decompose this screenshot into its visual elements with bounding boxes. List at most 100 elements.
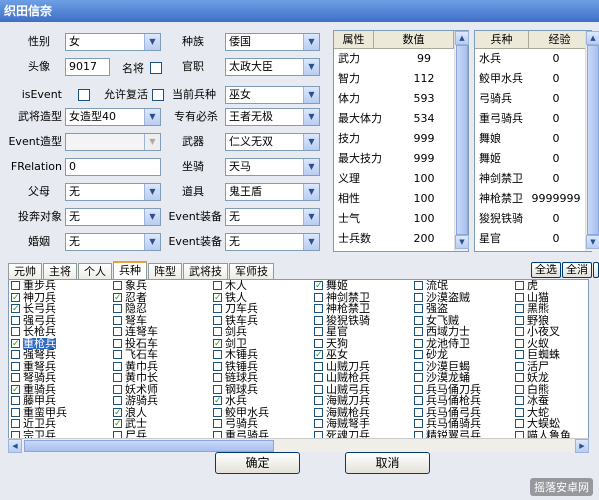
checkbox-icon[interactable] — [515, 338, 524, 348]
troop-check-item[interactable]: 飞石车 — [113, 349, 158, 361]
checkbox-icon[interactable] — [11, 373, 20, 383]
checkmark-icon[interactable]: ✓ — [11, 338, 20, 348]
checkmark-icon[interactable]: ✓ — [213, 338, 222, 348]
checkbox-icon[interactable] — [113, 373, 122, 383]
hscroll-thumb[interactable] — [24, 440, 274, 452]
troop-check-item[interactable]: 神枪禁卫 — [314, 303, 370, 315]
checkbox-icon[interactable] — [515, 396, 524, 406]
troop-check-item[interactable]: 山贼枪兵 — [314, 372, 370, 384]
allow-revive-checkbox[interactable] — [152, 89, 164, 101]
checkbox-icon[interactable] — [314, 327, 323, 337]
checkbox-icon[interactable] — [113, 327, 122, 337]
tab-strategist-skills[interactable]: 军师技 — [229, 263, 274, 279]
troop-check-item[interactable]: 木锤兵 — [213, 349, 269, 361]
item-select[interactable]: 鬼王盾 ▼ — [225, 183, 320, 201]
troop-check-item[interactable]: ✓ 武士 — [113, 418, 158, 430]
checkbox-icon[interactable] — [11, 315, 20, 325]
checkmark-icon[interactable]: ✓ — [11, 292, 20, 302]
checkbox-icon[interactable] — [113, 396, 122, 406]
checkbox-icon[interactable] — [515, 327, 524, 337]
checkbox-icon[interactable] — [11, 350, 20, 360]
scroll-down-icon[interactable]: ▼ — [586, 235, 599, 249]
checkbox-icon[interactable] — [113, 361, 122, 371]
checkbox-icon[interactable] — [213, 304, 222, 314]
tab-troops[interactable]: 兵种 — [113, 261, 147, 279]
tab-formation[interactable]: 阵型 — [148, 263, 182, 279]
attr-row[interactable]: 士气 100 — [334, 209, 468, 229]
attr-row[interactable]: 最大体力 534 — [334, 109, 468, 129]
attr-row[interactable]: 技力 999 — [334, 129, 468, 149]
checkbox-icon[interactable] — [314, 407, 323, 417]
troop-exp-row[interactable]: 水兵 0 — [475, 49, 591, 69]
scroll-up-icon[interactable]: ▲ — [586, 31, 599, 45]
troop-check-item[interactable]: 砂龙 — [414, 349, 481, 361]
troop-check-item[interactable]: 沙漠龙蛹 — [414, 372, 481, 384]
troop-check-item[interactable]: 虎 — [515, 280, 582, 292]
checkbox-icon[interactable] — [11, 419, 20, 429]
checkbox-icon[interactable] — [515, 373, 524, 383]
checkbox-icon[interactable] — [113, 384, 122, 394]
troop-check-item[interactable]: 小夜叉 — [515, 326, 582, 338]
troop-checklist[interactable]: 重步兵 ✓ 神刀兵 ✓ 长弓兵 强弓兵 长枪兵 ✓ 重枪兵 强弩兵 重弩兵 弩骑兵 ✓ 重骑兵 藤甲兵 重蛮甲… — [8, 279, 589, 444]
event-equip2-select[interactable]: 无 ▼ — [225, 233, 320, 251]
portrait-input[interactable]: 9017 — [65, 58, 110, 76]
checkmark-icon[interactable]: ✓ — [213, 396, 222, 406]
tab-general[interactable]: 主将 — [43, 263, 77, 279]
troop-check-item[interactable]: 海贼弩手 — [314, 418, 370, 430]
attr-row[interactable]: 义理 100 — [334, 169, 468, 189]
troop-exp-row[interactable]: 狻猊铁骑 0 — [475, 209, 591, 229]
tab-general-skills[interactable]: 武将技 — [183, 263, 228, 279]
scroll-thumb[interactable] — [456, 45, 468, 235]
troop-exp-row[interactable]: 星官 0 — [475, 229, 591, 249]
checkbox-icon[interactable] — [515, 407, 524, 417]
attr-row[interactable]: 武力 99 — [334, 49, 468, 69]
troop-check-item[interactable]: 隐忍 — [113, 303, 158, 315]
checkbox-icon[interactable] — [414, 407, 423, 417]
troop-exp-row[interactable]: 神枪禁卫 9999999 — [475, 189, 591, 209]
checkbox-icon[interactable] — [314, 315, 323, 325]
troop-check-item[interactable]: 刀车兵 — [213, 303, 269, 315]
famous-checkbox[interactable] — [150, 62, 162, 74]
checkbox-icon[interactable] — [414, 327, 423, 337]
checkbox-icon[interactable] — [113, 350, 122, 360]
troop-exp-row[interactable]: 神剑禁卫 0 — [475, 169, 591, 189]
checkbox-icon[interactable] — [414, 384, 423, 394]
troop-check-item[interactable]: 兵马俑枪兵 — [414, 395, 481, 407]
checkbox-icon[interactable] — [213, 419, 222, 429]
troop-check-item[interactable]: 长枪兵 — [11, 326, 67, 338]
troop-exp-row[interactable]: 鲛甲水兵 0 — [475, 69, 591, 89]
checkbox-icon[interactable] — [314, 338, 323, 348]
checklist-hscrollbar[interactable]: ◀ ▶ — [8, 438, 589, 453]
troop-check-item[interactable]: 重步兵 — [11, 280, 67, 292]
checkbox-icon[interactable] — [314, 373, 323, 383]
checkbox-icon[interactable] — [414, 292, 423, 302]
checkbox-icon[interactable] — [414, 338, 423, 348]
appearance-select[interactable]: 女造型40 ▼ — [65, 108, 161, 126]
mount-select[interactable]: 天马 ▼ — [225, 158, 320, 176]
troop-check-item[interactable]: 链球兵 — [213, 372, 269, 384]
checkmark-icon[interactable]: ✓ — [11, 304, 20, 314]
checkbox-icon[interactable] — [213, 327, 222, 337]
tab-marshal[interactable]: 元帅 — [8, 263, 42, 279]
clear-all-button[interactable]: 全消 — [562, 262, 592, 278]
troop-check-item[interactable]: ✓ 舞姬 — [314, 280, 370, 292]
gender-select[interactable]: 女 ▼ — [65, 33, 161, 51]
troop-exp-table[interactable]: 兵种 经验 水兵 0 鲛甲水兵 0 弓骑兵 0 重弓骑兵 0 舞娘 0 舞姬 0 神剑禁卫 0 神枪禁卫 99… — [474, 30, 592, 252]
checkbox-icon[interactable] — [11, 361, 20, 371]
troop-check-item[interactable]: 流氓 — [414, 280, 481, 292]
checkbox-icon[interactable] — [113, 338, 122, 348]
checkbox-icon[interactable] — [414, 281, 423, 291]
parent-select[interactable]: 无 ▼ — [65, 183, 161, 201]
special-kill-select[interactable]: 王者无极 ▼ — [225, 108, 320, 126]
checkmark-icon[interactable]: ✓ — [11, 384, 20, 394]
checkbox-icon[interactable] — [314, 396, 323, 406]
defect-target-select[interactable]: 无 ▼ — [65, 208, 161, 226]
troop-check-item[interactable]: 兵马俑骑兵 — [414, 418, 481, 430]
frelation-input[interactable]: 0 — [65, 158, 161, 176]
checkbox-icon[interactable] — [213, 281, 222, 291]
checkbox-icon[interactable] — [414, 396, 423, 406]
checkbox-icon[interactable] — [11, 396, 20, 406]
troop-check-item[interactable]: ✓ 水兵 — [213, 395, 269, 407]
checkmark-icon[interactable]: ✓ — [314, 350, 323, 360]
troop-check-item[interactable]: 连弩车 — [113, 326, 158, 338]
